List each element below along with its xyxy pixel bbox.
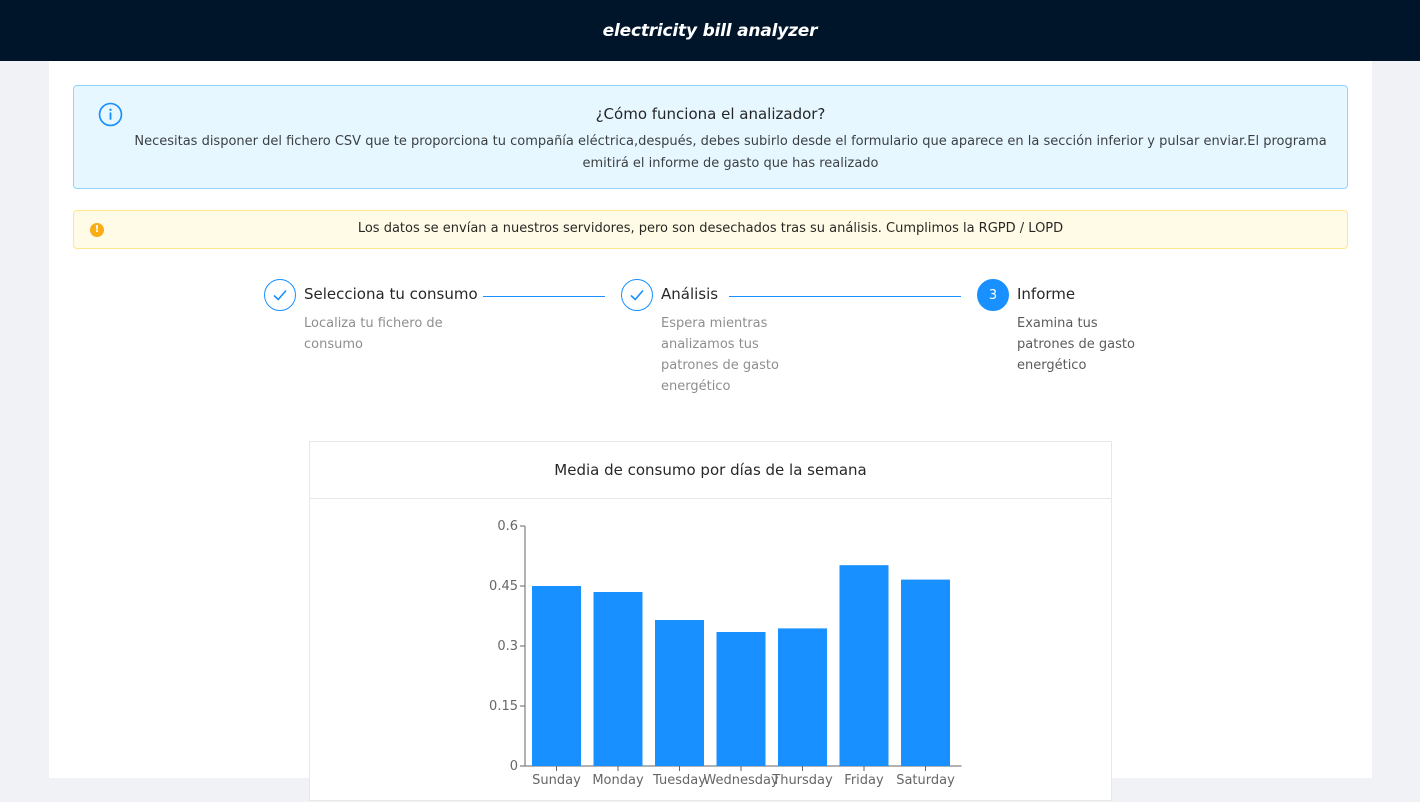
y-tick-label: 0 (510, 759, 518, 774)
info-alert-description: Necesitas disponer del fichero CSV que t… (134, 134, 1327, 171)
chart-card-title: Media de consumo por días de la semana (310, 442, 1111, 499)
app-title: electricity bill analyzer (602, 20, 818, 41)
step-2-check-icon (621, 279, 653, 311)
chart-card: Media de consumo por días de la semana 0… (309, 441, 1112, 801)
step-3-number: 3 (977, 279, 1009, 311)
x-tick-label: Tuesday (652, 773, 706, 788)
warning-alert: ! Los datos se envían a nuestros servido… (73, 210, 1348, 249)
y-tick-label: 0.3 (497, 639, 518, 654)
bar-sunday (532, 586, 581, 766)
main-content: ¿Cómo funciona el analizador? Necesitas … (49, 61, 1372, 801)
warning-alert-text: Los datos se envían a nuestros servidore… (357, 221, 1064, 236)
bar-friday (839, 565, 889, 766)
x-tick-label: Sunday (532, 773, 581, 788)
step-3-title: Informe (1017, 285, 1076, 303)
x-tick-label: Monday (592, 773, 644, 788)
info-alert: ¿Cómo funciona el analizador? Necesitas … (73, 85, 1348, 189)
info-alert-title: ¿Cómo funciona el analizador? (595, 105, 826, 123)
y-tick-label: 0.6 (497, 519, 518, 534)
bar-monday (593, 592, 643, 766)
x-tick-label: Thursday (771, 773, 833, 788)
step-2-title: Análisis (661, 285, 719, 303)
bar-chart: 0 0.15 0.3 0.45 0.6 Sunday Monday TuesdayWednes… (489, 519, 962, 788)
bar-thursday (778, 628, 827, 766)
step-1-check-icon (264, 279, 296, 311)
bar-saturday (901, 579, 950, 766)
step-1-description: Localiza tu fichero de consumo (304, 316, 443, 352)
y-tick-label: 0.15 (489, 699, 518, 714)
x-tick-label: Wednesday (703, 773, 779, 788)
bar-wednesday (716, 632, 766, 766)
top-header: electricity bill analyzer (0, 0, 1420, 61)
step-2-description: Espera mientras analizamos tus patrones … (661, 316, 779, 394)
y-tick-label: 0.45 (489, 579, 518, 594)
x-tick-label: Saturday (896, 773, 955, 788)
step-connector-2 (729, 296, 961, 297)
x-tick-label: Friday (844, 773, 884, 788)
bar-tuesday (655, 620, 704, 766)
step-3-description: Examina tus patrones de gasto energético (1017, 316, 1135, 373)
step-1-title: Selecciona tu consumo (304, 285, 478, 303)
step-connector-1 (483, 296, 605, 297)
